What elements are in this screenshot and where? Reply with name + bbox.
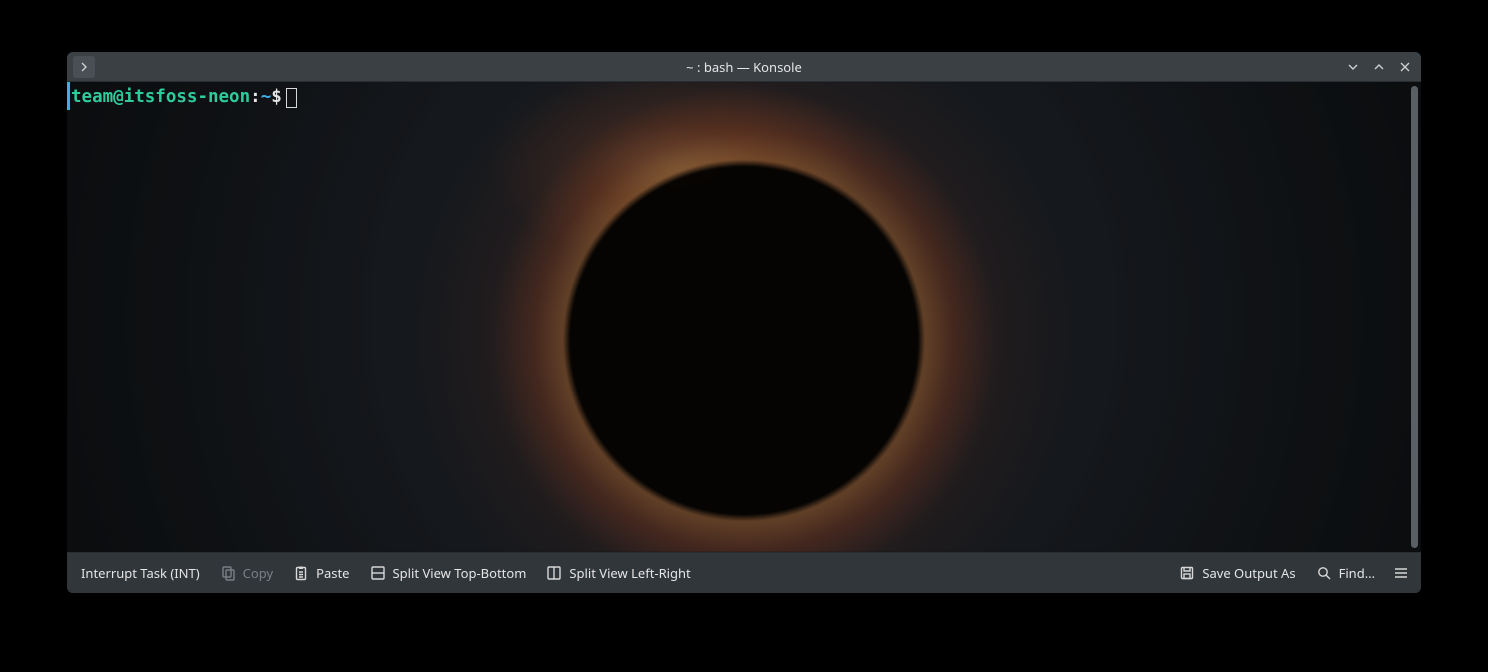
- scrollbar-thumb[interactable]: [1411, 86, 1418, 548]
- chevron-up-icon: [1372, 60, 1386, 74]
- chevron-right-icon: [78, 61, 90, 73]
- copy-icon: [220, 565, 236, 581]
- split-vertical-icon: [546, 565, 562, 581]
- close-icon: [1398, 60, 1412, 74]
- prompt-path: ~: [261, 87, 272, 107]
- split-left-right-button[interactable]: Split View Left-Right: [538, 558, 698, 588]
- chevron-down-icon: [1346, 60, 1360, 74]
- split-top-bottom-label: Split View Top-Bottom: [393, 564, 527, 582]
- prompt-host: itsfoss-neon: [124, 87, 250, 107]
- close-button[interactable]: [1393, 55, 1417, 79]
- terminal-scrollbar[interactable]: [1411, 86, 1418, 548]
- save-icon: [1179, 565, 1195, 581]
- paste-button[interactable]: Paste: [285, 558, 357, 588]
- terminal-text: team@itsfoss-neon:~$: [71, 86, 1401, 108]
- konsole-window: ~ : bash — Konsole team@itsfoss-: [67, 52, 1421, 593]
- save-output-label: Save Output As: [1202, 564, 1295, 582]
- titlebar: ~ : bash — Konsole: [67, 52, 1421, 82]
- hamburger-icon: [1393, 565, 1409, 581]
- minimize-button[interactable]: [1341, 55, 1365, 79]
- hamburger-menu-button[interactable]: [1387, 559, 1415, 587]
- prompt-at: @: [113, 87, 124, 107]
- interrupt-task-button[interactable]: Interrupt Task (INT): [73, 558, 208, 588]
- search-icon: [1316, 565, 1332, 581]
- paste-icon: [293, 565, 309, 581]
- menu-button[interactable]: [73, 56, 95, 78]
- window-controls: [1341, 55, 1421, 79]
- maximize-button[interactable]: [1367, 55, 1391, 79]
- prompt-colon: :: [250, 87, 261, 107]
- terminal-background-image: [67, 82, 1421, 552]
- interrupt-task-label: Interrupt Task (INT): [81, 564, 200, 582]
- active-tab-indicator: [67, 82, 70, 110]
- save-output-button[interactable]: Save Output As: [1171, 558, 1303, 588]
- terminal-area[interactable]: team@itsfoss-neon:~$: [67, 82, 1421, 552]
- paste-label: Paste: [316, 564, 349, 582]
- window-title: ~ : bash — Konsole: [67, 58, 1421, 76]
- find-button[interactable]: Find…: [1308, 558, 1383, 588]
- find-label: Find…: [1339, 564, 1375, 582]
- bottom-toolbar: Interrupt Task (INT) Copy Paste: [67, 552, 1421, 593]
- terminal-cursor: [286, 88, 297, 108]
- prompt-symbol: $: [271, 87, 282, 107]
- copy-button[interactable]: Copy: [212, 558, 281, 588]
- prompt-user: team: [71, 87, 113, 107]
- split-top-bottom-button[interactable]: Split View Top-Bottom: [362, 558, 535, 588]
- split-left-right-label: Split View Left-Right: [569, 564, 690, 582]
- copy-label: Copy: [243, 564, 273, 582]
- split-horizontal-icon: [370, 565, 386, 581]
